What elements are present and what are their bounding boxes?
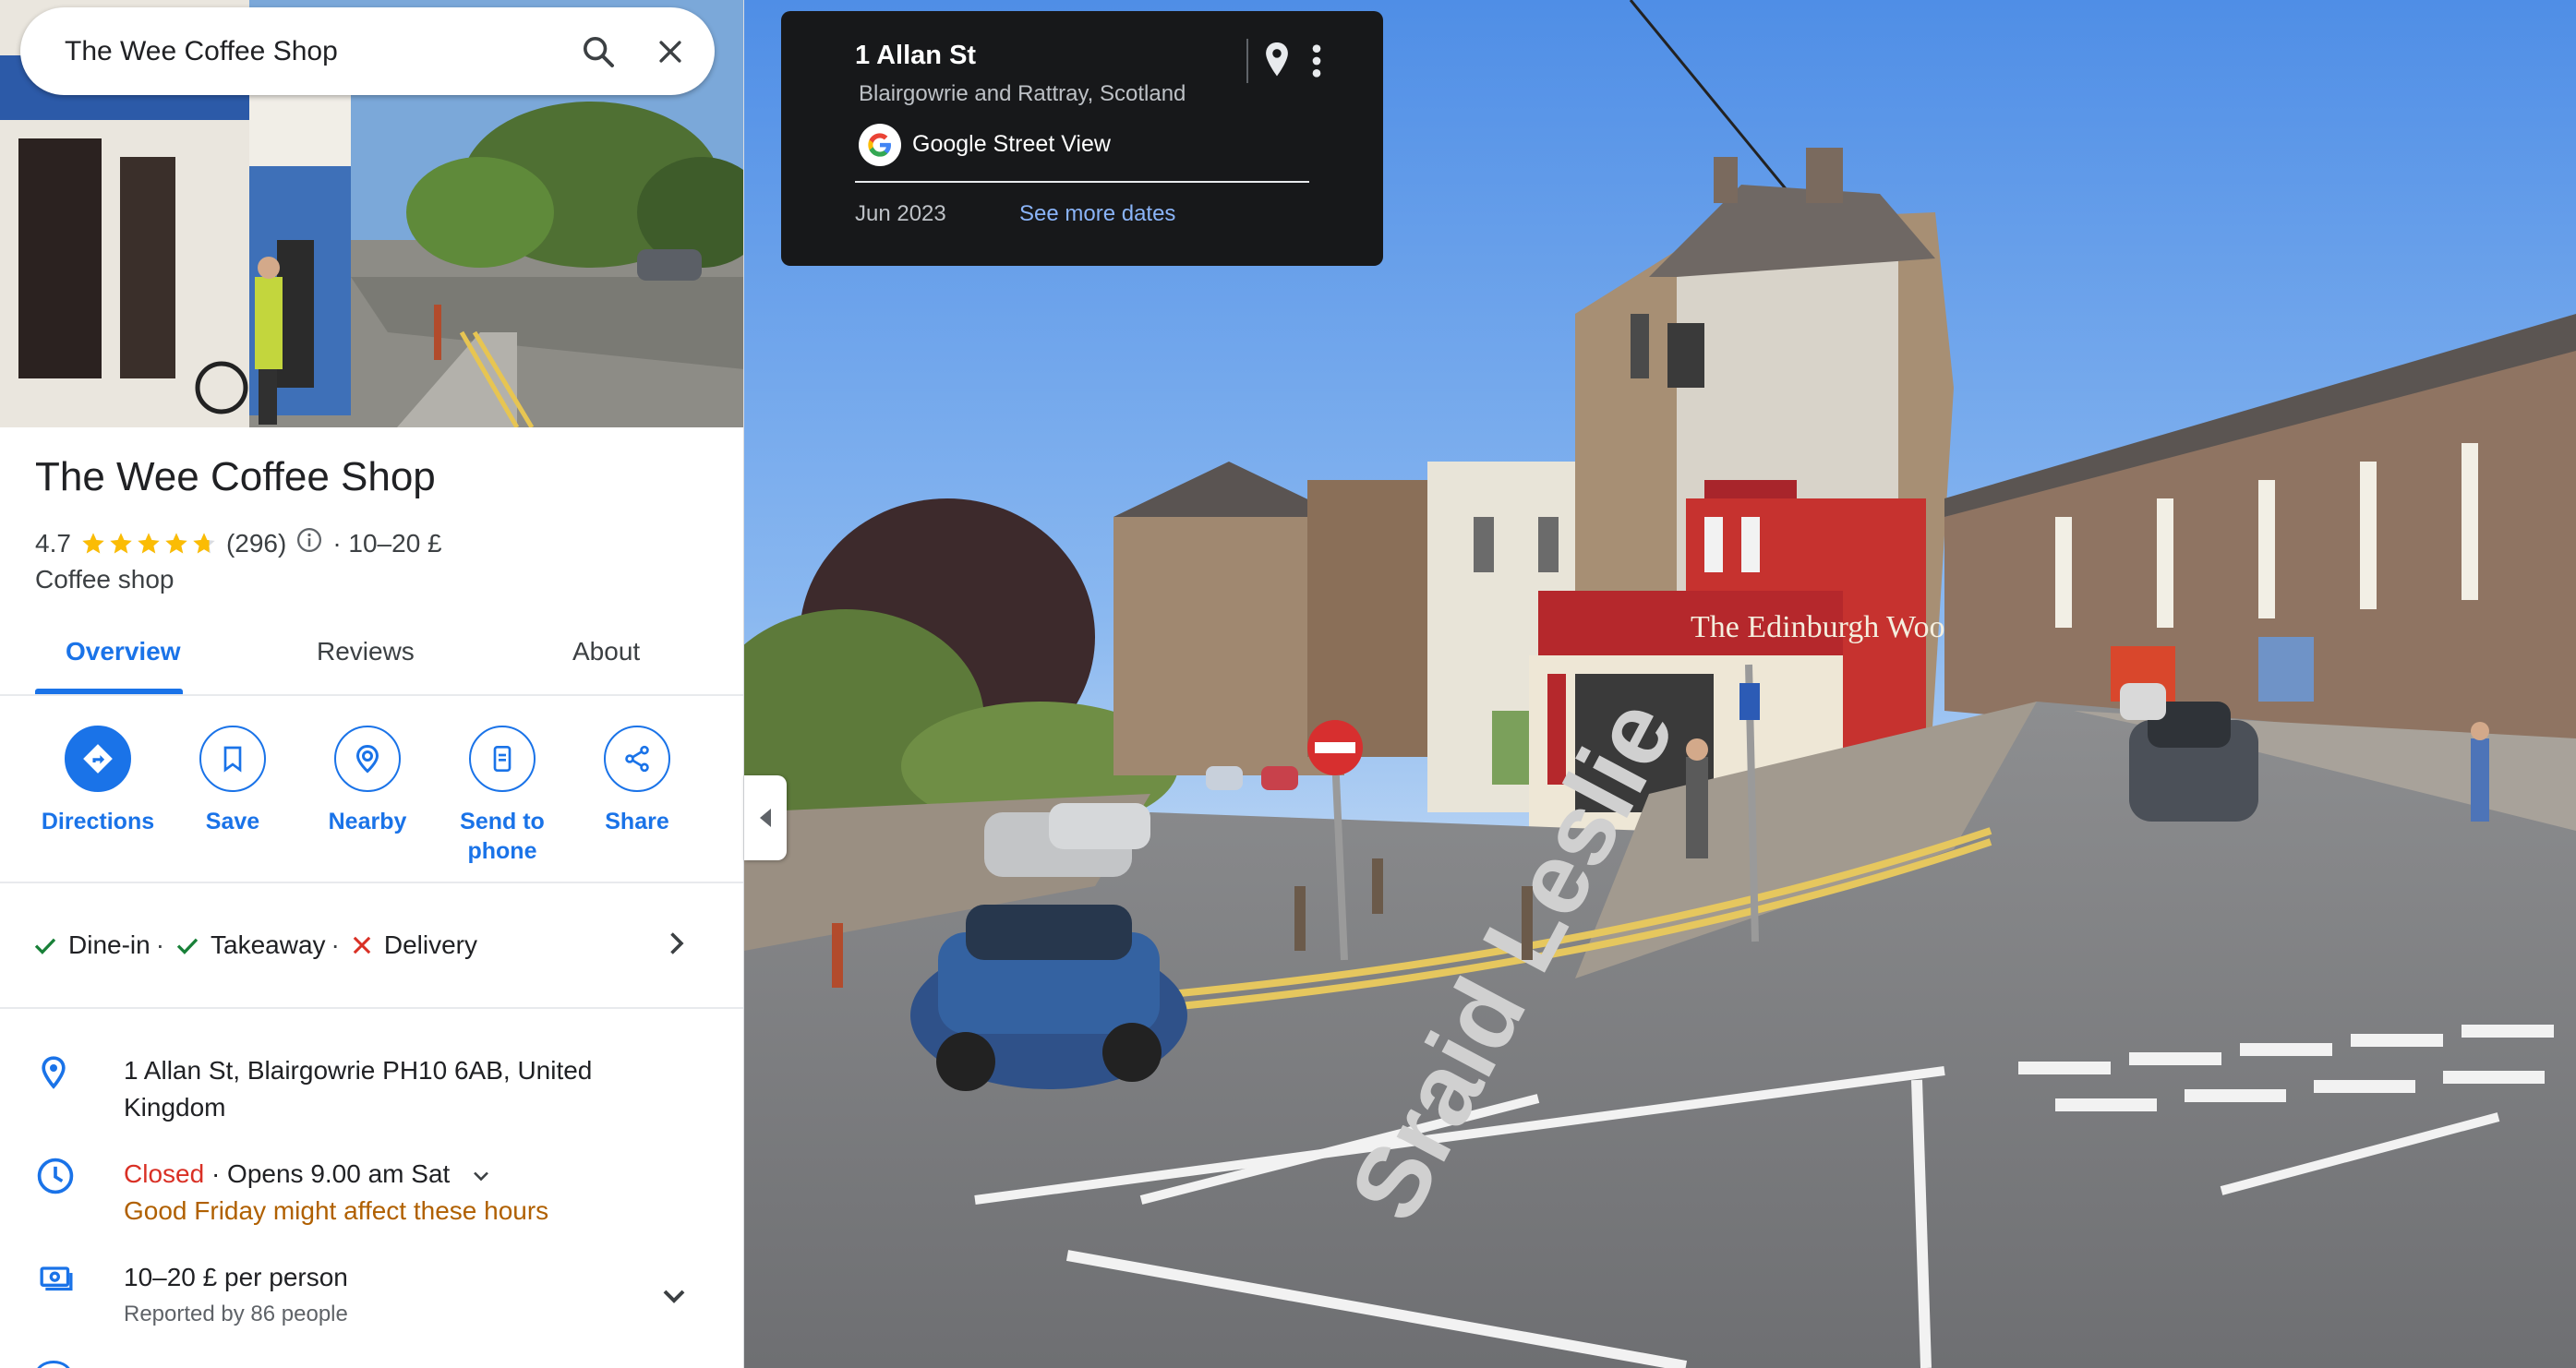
street-view-card: 1 Allan St Blairgowrie and Rattray, Scot… [781, 11, 1383, 266]
sv-locality: Blairgowrie and Rattray, Scotland [859, 81, 1186, 106]
sv-date: Jun 2023 [855, 201, 946, 226]
send-label-line1: Send to [460, 809, 545, 834]
tab-reviews[interactable]: Reviews [317, 637, 415, 666]
phone-icon [469, 726, 536, 792]
send-to-phone-label: Send to phone [460, 807, 545, 866]
sv-address: 1 Allan St [855, 41, 977, 70]
sv-divider [855, 181, 1309, 183]
search-box[interactable]: The Wee Coffee Shop [20, 7, 715, 95]
search-input[interactable]: The Wee Coffee Shop [65, 36, 571, 67]
chevron-left-icon [760, 809, 771, 827]
dine-in-label: Dine-in [68, 930, 150, 959]
money-icon [35, 1259, 79, 1333]
address-line2: Kingdom [124, 1093, 226, 1122]
takeaway-label: Takeaway [211, 930, 326, 959]
address-row[interactable]: 1 Allan St, Blairgowrie PH10 6AB, United… [35, 1052, 592, 1126]
price-text: 10–20 £ per person Reported by 86 people [124, 1259, 348, 1333]
share-button[interactable]: Share [570, 726, 704, 836]
price-reported: Reported by 86 people [124, 1302, 348, 1326]
rating-row: 4.7 (296) · 10–20 £ [35, 526, 442, 560]
place-category[interactable]: Coffee shop [35, 565, 175, 594]
separator: · [155, 930, 165, 959]
send-to-phone-button[interactable]: Send to phone [435, 726, 570, 866]
google-logo-icon [859, 124, 901, 166]
cross-icon [353, 936, 371, 954]
more-vert-icon[interactable] [1309, 42, 1324, 84]
place-panel: The Wee Coffee Shop The Wee Coffee Shop … [0, 0, 744, 1368]
hours-notice: Good Friday might affect these hours [124, 1196, 549, 1225]
address-line1: 1 Allan St, Blairgowrie PH10 6AB, United [124, 1056, 593, 1085]
hours-row[interactable]: Closed · Opens 9.00 am Sat Good Friday m… [35, 1156, 548, 1230]
location-pin-icon[interactable] [1259, 39, 1294, 86]
star-icon [165, 532, 187, 553]
directions-label: Directions [41, 809, 155, 834]
star-icon [193, 532, 215, 553]
maps-window: The Edinburgh Woollen Mill Sraid Leslie … [0, 0, 2576, 1368]
share-label: Share [605, 809, 669, 834]
delivery-label: Delivery [383, 930, 478, 959]
divider [0, 882, 743, 883]
collapse-panel-button[interactable] [744, 775, 787, 860]
star-icon [110, 532, 132, 553]
separator: · [331, 930, 340, 959]
nearby-label: Nearby [328, 809, 407, 834]
next-row-icon [35, 1361, 72, 1368]
opening-time: · Opens 9.00 am Sat [211, 1159, 451, 1188]
save-button[interactable]: Save [165, 726, 300, 836]
tab-bar: Overview Reviews About [0, 628, 743, 696]
search-icon[interactable] [571, 24, 626, 79]
service-options[interactable]: Dine-in · Takeaway · Delivery [31, 930, 477, 960]
rating-value: 4.7 [35, 528, 71, 558]
price-range: 10–20 £ per person [124, 1263, 348, 1291]
tab-about[interactable]: About [572, 637, 640, 666]
rating-stars[interactable] [80, 531, 217, 557]
send-label-line2: phone [467, 838, 537, 864]
service-dine-in: Dine-in [31, 930, 150, 960]
review-count[interactable]: (296) [226, 529, 286, 558]
share-icon [604, 726, 670, 792]
action-buttons: Directions Save Nearby Send to phone Sha… [0, 726, 743, 873]
see-more-dates-link[interactable]: See more dates [1019, 201, 1175, 227]
closed-status: Closed [124, 1159, 205, 1188]
check-icon [34, 938, 56, 954]
chevron-down-icon[interactable] [656, 1278, 692, 1319]
star-icon [138, 532, 160, 553]
tab-overview[interactable]: Overview [66, 637, 181, 666]
star-icon [82, 532, 104, 553]
chevron-down-icon[interactable] [468, 1163, 494, 1189]
bookmark-icon [199, 726, 266, 792]
hours-text: Closed · Opens 9.00 am Sat Good Friday m… [124, 1156, 548, 1230]
chevron-right-icon[interactable] [659, 927, 692, 965]
sv-separator [1246, 39, 1248, 83]
price-level: · 10–20 £ [332, 528, 442, 558]
check-icon [176, 938, 199, 954]
price-row[interactable]: 10–20 £ per person Reported by 86 people [35, 1259, 348, 1333]
nearby-icon [334, 726, 401, 792]
nearby-button[interactable]: Nearby [300, 726, 435, 836]
save-label: Save [205, 809, 260, 834]
divider [0, 1007, 743, 1009]
hours-status: Closed · Opens 9.00 am Sat [124, 1156, 548, 1193]
location-pin-icon [35, 1052, 79, 1126]
sv-provider: Google Street View [912, 131, 1111, 157]
tab-underline [35, 689, 183, 694]
info-icon[interactable] [295, 526, 323, 560]
directions-button[interactable]: Directions [30, 726, 165, 836]
address-text: 1 Allan St, Blairgowrie PH10 6AB, United… [124, 1052, 592, 1126]
directions-icon [65, 726, 131, 792]
close-icon[interactable] [643, 24, 698, 79]
service-delivery: Delivery [349, 930, 477, 960]
clock-icon [35, 1156, 79, 1230]
service-takeaway: Takeaway [174, 930, 326, 960]
place-title: The Wee Coffee Shop [35, 454, 436, 499]
